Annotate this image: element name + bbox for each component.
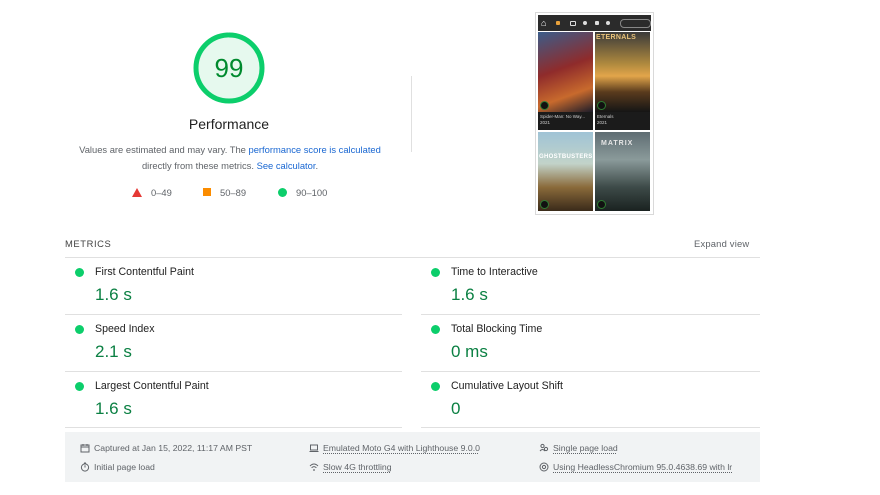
timer-icon <box>80 462 90 472</box>
final-screenshot[interactable]: ⌂ Spider-Man: No Way... 2021 ETERNALS Ete… <box>535 12 654 215</box>
metric-name-cls: Cumulative Layout Shift <box>451 380 563 392</box>
metric-name-fcp: First Contentful Paint <box>95 266 194 278</box>
throttling-text[interactable]: Slow 4G throttling <box>323 462 392 472</box>
browser-item[interactable]: Using HeadlessChromium 95.0.4638.69 with… <box>539 462 732 472</box>
emulated-text[interactable]: Emulated Moto G4 with Lighthouse 9.0.0 <box>323 443 480 453</box>
metric-value-tbt: 0 ms <box>451 342 488 361</box>
person-icon <box>583 21 587 25</box>
rating-badge <box>540 200 549 209</box>
metric-value-cls: 0 <box>451 399 461 418</box>
metric-value-lcp: 1.6 s <box>95 399 132 418</box>
tag-icon <box>595 21 599 25</box>
performance-title: Performance <box>188 116 270 132</box>
see-calculator-link[interactable]: See calculator <box>257 160 316 171</box>
divider <box>65 371 402 372</box>
pass-icon <box>75 268 84 277</box>
metric-name-tbt: Total Blocking Time <box>451 323 543 335</box>
pass-icon <box>75 382 84 391</box>
search-icon <box>620 19 651 28</box>
divider <box>421 371 760 372</box>
rating-badge <box>597 101 606 110</box>
rating-badge <box>597 200 606 209</box>
divider <box>65 257 760 258</box>
divider <box>421 314 760 315</box>
initial-load-item: Initial page load <box>80 462 155 472</box>
metric-name-si: Speed Index <box>95 323 155 335</box>
chrome-icon <box>539 462 549 472</box>
tv-icon <box>570 21 576 26</box>
wifi-icon <box>309 463 319 471</box>
calendar-icon <box>80 444 90 453</box>
metrics-heading: METRICS <box>65 238 112 249</box>
movie-icon <box>556 21 560 25</box>
legend-average: 50–89 <box>203 185 246 199</box>
initial-load-text: Initial page load <box>94 462 155 472</box>
metric-value-si: 2.1 s <box>95 342 132 361</box>
legend-label: 0–49 <box>151 186 172 198</box>
circle-icon <box>278 187 287 197</box>
single-page-item[interactable]: Single page load <box>539 443 618 453</box>
moon-icon <box>606 21 610 25</box>
expand-view-button[interactable]: Expand view <box>694 238 749 249</box>
screenshot-navbar: ⌂ <box>538 15 651 31</box>
poster-matrix: MATRIX <box>595 132 650 211</box>
legend-label: 90–100 <box>296 186 328 198</box>
divider <box>65 314 402 315</box>
performance-score: 99 <box>214 52 244 83</box>
single-page-text[interactable]: Single page load <box>553 443 618 453</box>
pass-icon <box>75 325 84 334</box>
triangle-icon <box>132 187 142 197</box>
poster-caption: Spider-Man: No Way... 2021 <box>538 112 593 130</box>
poster-text: GHOSTBUSTERS <box>539 154 593 160</box>
runtime-settings: Captured at Jan 15, 2022, 11:17 AM PST E… <box>65 432 760 482</box>
score-calculated-link[interactable]: performance score is calculated <box>249 144 381 155</box>
divider <box>421 427 760 428</box>
legend-label: 50–89 <box>220 186 247 198</box>
metric-name-lcp: Largest Contentful Paint <box>95 380 209 392</box>
emulated-item[interactable]: Emulated Moto G4 with Lighthouse 9.0.0 <box>309 443 480 453</box>
poster-text: MATRIX <box>601 140 634 147</box>
divider <box>65 427 402 428</box>
pass-icon <box>431 382 440 391</box>
description-text: Values are estimated and may vary. The <box>79 144 249 155</box>
pass-icon <box>431 325 440 334</box>
rating-badge <box>540 101 549 110</box>
laptop-icon <box>309 444 319 452</box>
captured-text: Captured at Jan 15, 2022, 11:17 AM PST <box>94 443 253 453</box>
captured-item: Captured at Jan 15, 2022, 11:17 AM PST <box>80 443 252 453</box>
caption-year: 2021 <box>597 120 608 125</box>
metric-value-tti: 1.6 s <box>451 285 488 304</box>
pass-icon <box>431 268 440 277</box>
legend-pass: 90–100 <box>278 185 327 199</box>
square-icon <box>203 188 211 196</box>
throttling-item[interactable]: Slow 4G throttling <box>309 462 392 472</box>
legend-fail: 0–49 <box>132 185 172 199</box>
poster-text: ETERNALS <box>596 34 637 41</box>
description-text-2: directly from these metrics. <box>141 159 257 171</box>
poster-ghostbusters: GHOSTBUSTERS <box>538 132 593 211</box>
metric-name-tti: Time to Interactive <box>451 266 538 278</box>
poster-eternals: ETERNALS <box>595 32 650 112</box>
poster-caption: Eternals 2021 <box>595 112 650 130</box>
poster-spiderman <box>538 32 593 112</box>
users-icon <box>539 443 549 452</box>
browser-text[interactable]: Using HeadlessChromium 95.0.4638.69 with… <box>553 462 732 472</box>
description-text-3: . <box>315 159 319 171</box>
home-icon: ⌂ <box>541 18 547 28</box>
score-description: Values are estimated and may vary. The p… <box>60 142 400 173</box>
caption-year: 2021 <box>540 120 551 125</box>
vertical-divider <box>411 76 412 152</box>
metric-value-fcp: 1.6 s <box>95 285 132 304</box>
